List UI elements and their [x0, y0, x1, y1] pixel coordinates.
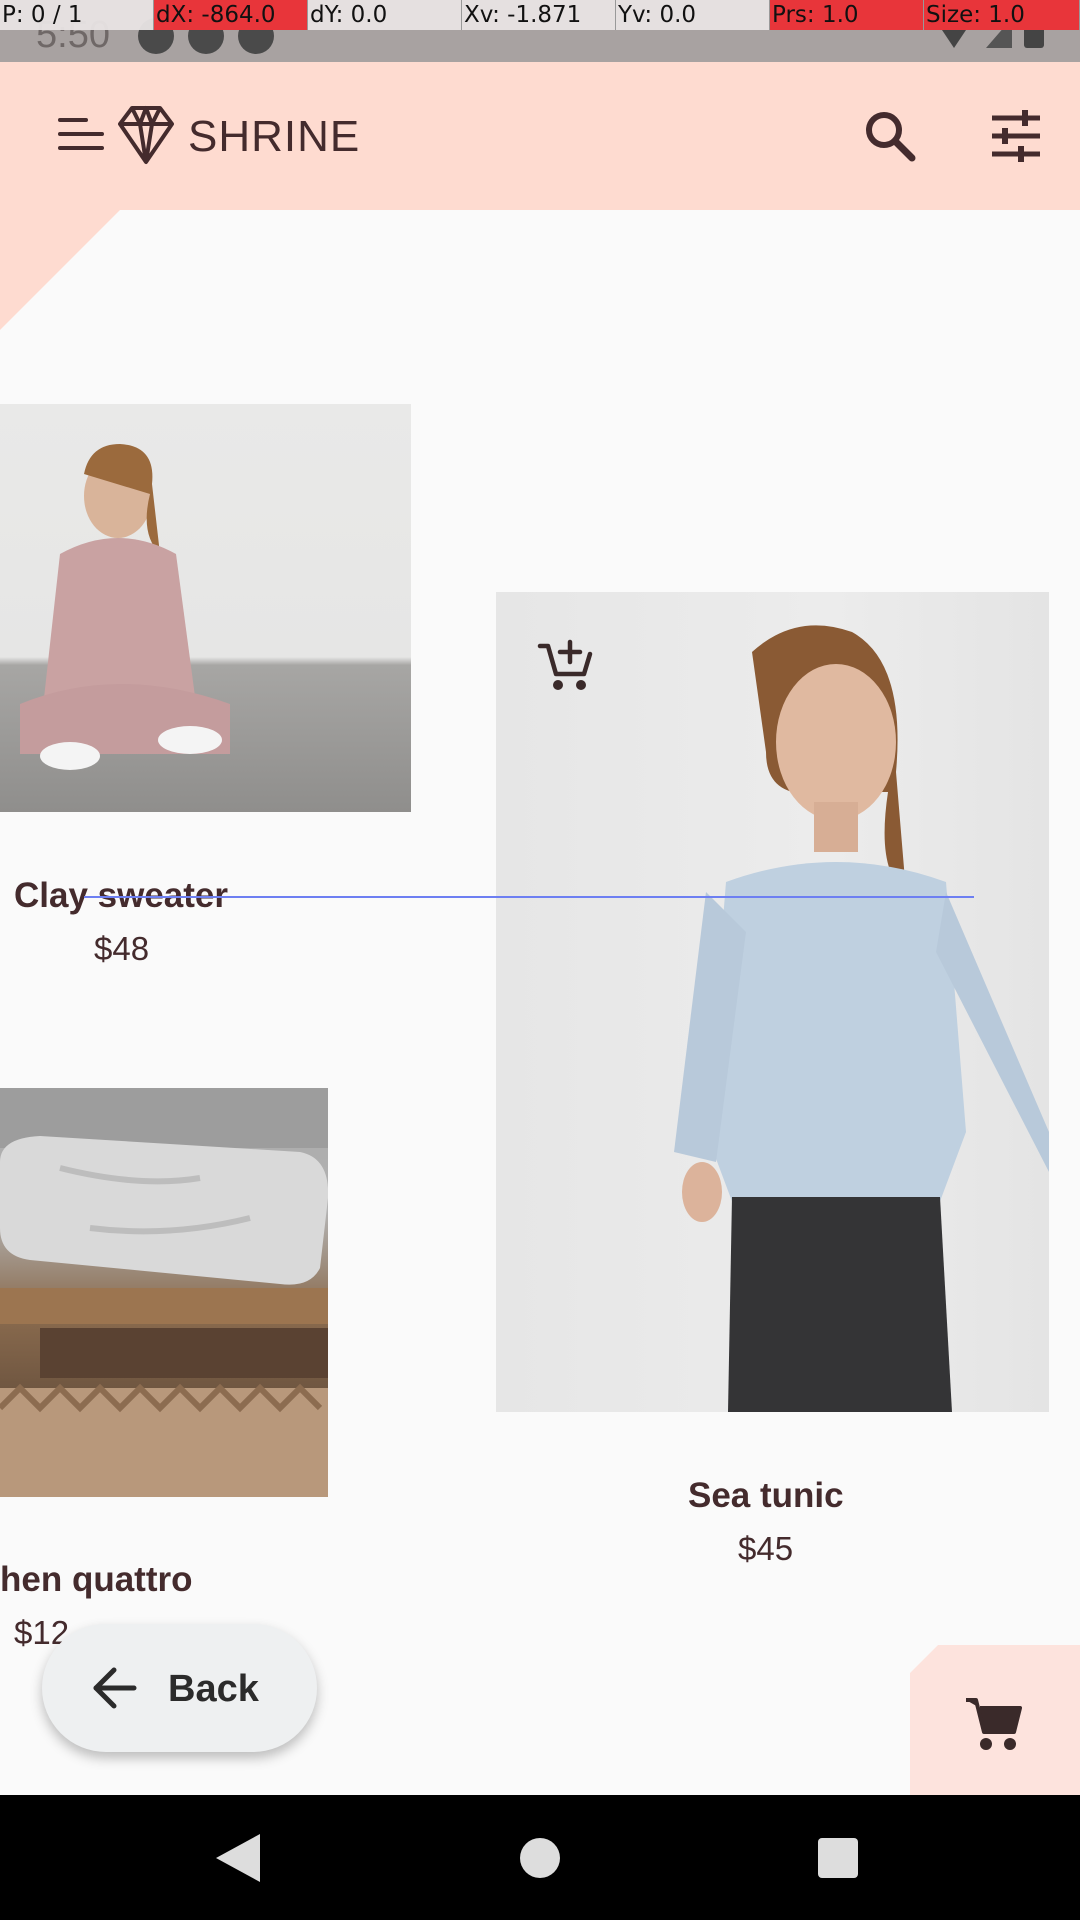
overlay-pressure: Prs: 1.0	[770, 0, 924, 30]
shopping-cart-icon[interactable]	[964, 1694, 1024, 1754]
tune-filter-icon[interactable]	[988, 108, 1044, 164]
add-shopping-cart-icon[interactable]	[536, 634, 596, 694]
app-title: SHRINE	[188, 112, 361, 161]
search-icon[interactable]	[862, 108, 918, 164]
backdrop-corner-cut	[0, 210, 120, 330]
product-image-quattro[interactable]	[0, 1088, 328, 1497]
nav-back-icon[interactable]	[216, 1834, 260, 1882]
person-sitting-illustration	[20, 444, 230, 770]
overlay-pointer: P: 0 / 1	[0, 0, 154, 30]
arrow-back-icon	[93, 1667, 137, 1709]
overlay-dx: dX: -864.0	[154, 0, 308, 30]
person-standing-illustration	[674, 625, 1049, 1412]
overlay-size: Size: 1.0	[924, 0, 1080, 30]
product-name: hen quattro	[0, 1560, 193, 1599]
overlay-yv: Yv: 0.0	[616, 0, 770, 30]
back-button[interactable]: Back	[42, 1624, 317, 1752]
pointer-location-overlay: P: 0 / 1 dX: -864.0 dY: 0.0 Xv: -1.871 Y…	[0, 0, 1080, 30]
overlay-dy: dY: 0.0	[308, 0, 462, 30]
diamond-logo-icon	[118, 106, 174, 164]
rolling-pin-illustration	[0, 1088, 328, 1497]
product-price: $45	[738, 1530, 794, 1567]
product-price: $48	[94, 930, 150, 967]
nav-recents-icon[interactable]	[818, 1838, 858, 1878]
menu-icon[interactable]	[58, 118, 104, 152]
product-image-clay-sweater[interactable]	[0, 404, 411, 812]
product-image-sea-tunic[interactable]	[496, 592, 1049, 1412]
app-bar: SHRINE	[0, 62, 1080, 210]
product-name: Sea tunic	[688, 1476, 844, 1515]
nav-home-icon[interactable]	[520, 1838, 560, 1878]
back-button-label: Back	[168, 1668, 259, 1710]
overlay-xv: Xv: -1.871	[462, 0, 616, 30]
pointer-trace-line	[84, 896, 974, 898]
